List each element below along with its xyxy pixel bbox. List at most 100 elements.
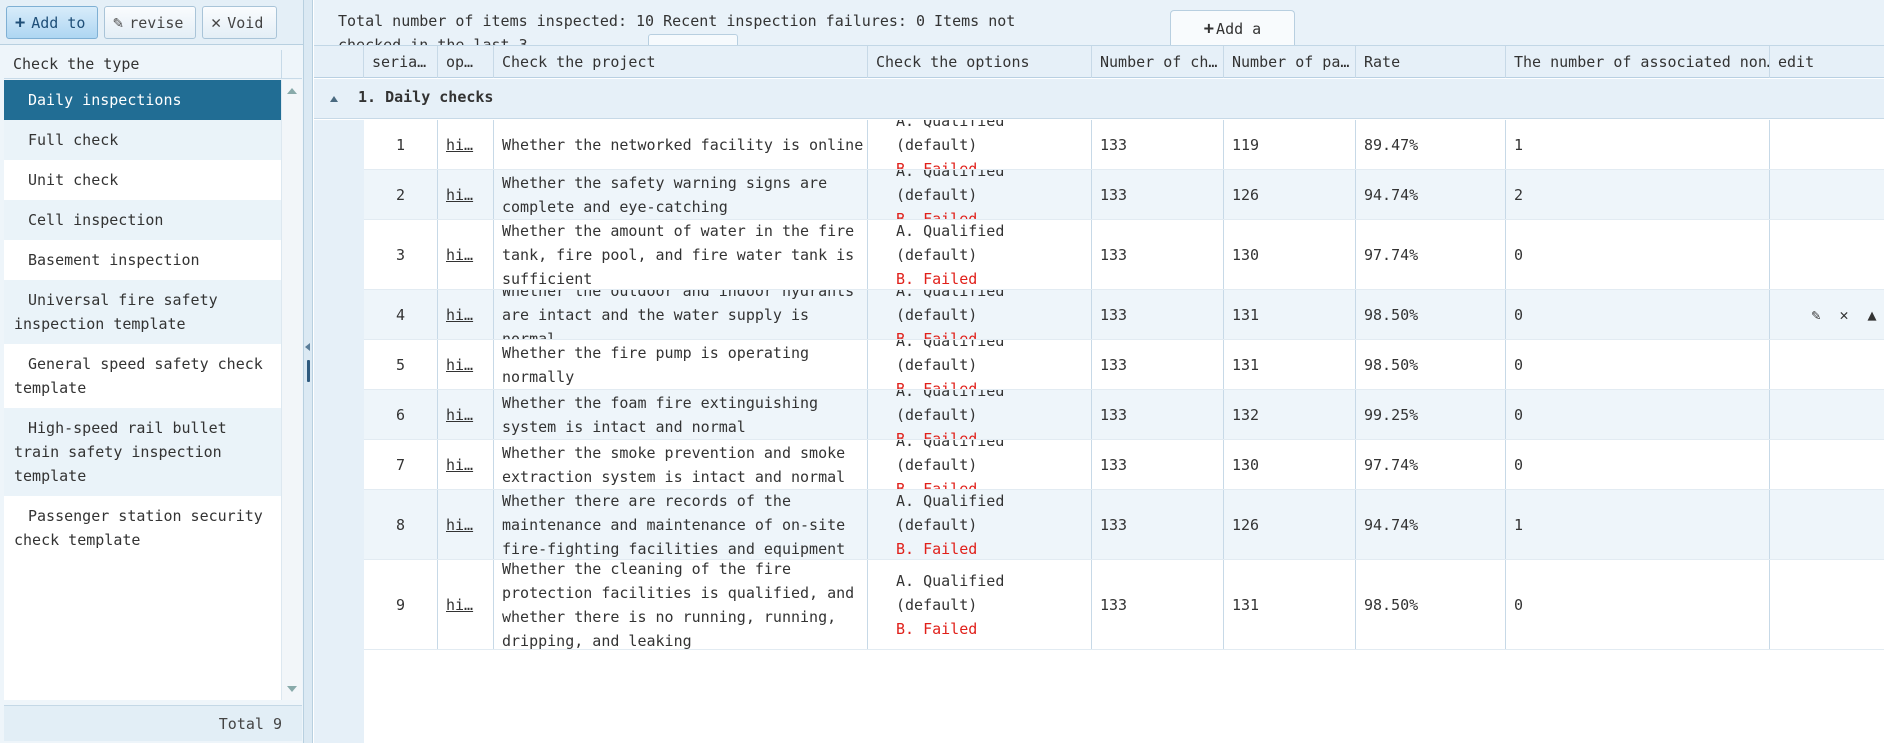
column-header-project[interactable]: Check the project xyxy=(494,46,868,78)
column-header-passes[interactable]: Number of pa… xyxy=(1224,46,1356,78)
column-header-serial[interactable]: seria… xyxy=(364,46,438,78)
cell-op[interactable]: hi… xyxy=(438,340,494,389)
summary-text: Total number of items inspected: 10 Rece… xyxy=(338,12,1016,30)
toolbar: + Add to ✎ revise ✕ Void xyxy=(0,0,308,45)
option-failed: B. Failed xyxy=(896,479,978,490)
mini-tab[interactable] xyxy=(648,34,738,45)
type-list-item[interactable]: Basement inspection xyxy=(4,240,281,280)
option-failed: B. Failed xyxy=(896,429,978,440)
cell-passes: 131 xyxy=(1224,560,1356,649)
cell-assoc: 1 xyxy=(1506,120,1770,169)
column-header-assoc[interactable]: The number of associated non… xyxy=(1506,46,1770,78)
cell-passes: 126 xyxy=(1224,170,1356,219)
cell-rate: 98.50% xyxy=(1356,560,1506,649)
type-list-item[interactable]: Daily inspections xyxy=(4,80,281,120)
column-header-rate[interactable]: Rate xyxy=(1356,46,1506,78)
add-button[interactable]: + Add to xyxy=(6,6,98,39)
revise-button[interactable]: ✎ revise xyxy=(104,6,196,39)
plus-icon: + xyxy=(1203,18,1215,39)
cell-assoc: 0 xyxy=(1506,340,1770,389)
cell-rate: 89.47% xyxy=(1356,120,1506,169)
column-header-edit: edit xyxy=(1778,53,1815,71)
type-list-item[interactable]: Passenger station security check templat… xyxy=(4,496,281,560)
table-row[interactable]: 3 hi… Whether the amount of water in the f… xyxy=(364,220,1884,290)
cell-op[interactable]: hi… xyxy=(438,390,494,439)
cell-op[interactable]: hi… xyxy=(438,220,494,289)
table-row[interactable]: 5 hi… Whether the fire pump is operating n… xyxy=(364,340,1884,390)
panel-splitter[interactable] xyxy=(303,0,313,743)
column-header-checks[interactable]: Number of ch… xyxy=(1092,46,1224,78)
type-list-item[interactable]: High-speed rail bullet train safety insp… xyxy=(4,408,281,496)
type-list-item[interactable]: General speed safety check template xyxy=(4,344,281,408)
header-gutter xyxy=(314,46,364,78)
cell-op[interactable]: hi… xyxy=(438,170,494,219)
cell-project: Whether the smoke prevention and smoke e… xyxy=(494,440,868,489)
cell-options: A. Qualified (default) B. Failed xyxy=(868,340,1092,389)
cell-rate: 97.74% xyxy=(1356,440,1506,489)
summary-text-line2: checked in the last 3 xyxy=(338,36,528,46)
move-up-icon[interactable]: ▲ xyxy=(1864,303,1880,327)
column-header-op[interactable]: op… xyxy=(438,46,494,78)
scroll-up-icon[interactable] xyxy=(287,88,297,94)
option-qualified: A. Qualified (default) xyxy=(896,340,1005,374)
cell-edit xyxy=(1770,220,1884,289)
cell-edit xyxy=(1770,560,1884,649)
option-failed: B. Failed xyxy=(896,209,978,220)
option-qualified: A. Qualified (default) xyxy=(896,221,1005,264)
type-list-total: Total 9 xyxy=(4,705,302,741)
options-list: A. Qualified (default) B. Failed xyxy=(876,569,1091,641)
options-list: A. Qualified (default) B. Failed xyxy=(876,170,1091,219)
cell-options: A. Qualified (default) B. Failed xyxy=(868,440,1092,489)
cell-assoc: 1 xyxy=(1506,490,1770,559)
type-item-label: Passenger station security check templat… xyxy=(14,507,263,549)
cell-edit xyxy=(1770,120,1884,169)
add-tab[interactable]: + Add a xyxy=(1170,10,1295,45)
cell-rate: 98.50% xyxy=(1356,340,1506,389)
cell-rate: 94.74% xyxy=(1356,170,1506,219)
type-list-item[interactable]: Full check xyxy=(4,120,281,160)
row-actions: ✎ ✕ ▲ xyxy=(1808,303,1884,327)
splitter-grip[interactable] xyxy=(307,360,310,382)
table-row[interactable]: 9 hi… Whether the cleaning of the fire pro… xyxy=(364,560,1884,650)
cell-op[interactable]: hi… xyxy=(438,560,494,649)
type-item-label: Cell inspection xyxy=(28,211,164,229)
table-row[interactable]: 1 hi… Whether the networked facility is on… xyxy=(364,120,1884,170)
options-list: A. Qualified (default) B. Failed xyxy=(876,290,1091,339)
type-item-label: Basement inspection xyxy=(28,251,200,269)
cell-op[interactable]: hi… xyxy=(438,440,494,489)
type-list-header[interactable]: Check the type xyxy=(4,50,281,79)
void-button[interactable]: ✕ Void xyxy=(202,6,277,39)
cell-project: Whether the outdoor and indoor hydrants … xyxy=(494,290,868,339)
grid-header: seria… op… Check the project Check the o… xyxy=(314,46,1884,78)
table-row[interactable]: 7 hi… Whether the smoke prevention and smo… xyxy=(364,440,1884,490)
cell-checks: 133 xyxy=(1092,440,1224,489)
cell-op[interactable]: hi… xyxy=(438,490,494,559)
cell-op[interactable]: hi… xyxy=(438,290,494,339)
delete-icon[interactable]: ✕ xyxy=(1836,303,1852,327)
options-list: A. Qualified (default) B. Failed xyxy=(876,490,1091,559)
collapse-arrow-icon[interactable] xyxy=(305,343,310,351)
type-list-item[interactable]: Cell inspection xyxy=(4,200,281,240)
group-title: 1. Daily checks xyxy=(358,88,494,106)
option-qualified: A. Qualified (default) xyxy=(896,120,1005,154)
cell-op[interactable]: hi… xyxy=(438,120,494,169)
scroll-down-icon[interactable] xyxy=(287,686,297,692)
type-item-label: Universal fire safety inspection templat… xyxy=(14,291,218,333)
type-item-label: General speed safety check template xyxy=(14,355,263,397)
cell-assoc: 0 xyxy=(1506,290,1770,339)
column-header-options[interactable]: Check the options xyxy=(868,46,1092,78)
type-list-item[interactable]: Unit check xyxy=(4,160,281,200)
cell-options: A. Qualified (default) B. Failed xyxy=(868,390,1092,439)
edit-icon[interactable]: ✎ xyxy=(1808,303,1824,327)
table-row[interactable]: 4 hi… Whether the outdoor and indoor hydra… xyxy=(364,290,1884,340)
table-row[interactable]: 8 hi… Whether there are records of the mai… xyxy=(364,490,1884,560)
options-list: A. Qualified (default) B. Failed xyxy=(876,340,1091,389)
table-row[interactable]: 6 hi… Whether the foam fire extinguishing … xyxy=(364,390,1884,440)
cell-project: Whether the foam fire extinguishing syst… xyxy=(494,390,868,439)
group-row[interactable]: 1. Daily checks xyxy=(314,79,1884,119)
collapse-group-icon[interactable] xyxy=(330,96,338,102)
type-list-scrollbar[interactable] xyxy=(281,80,302,700)
cell-checks: 133 xyxy=(1092,390,1224,439)
table-row[interactable]: 2 hi… Whether the safety warning signs are… xyxy=(364,170,1884,220)
type-list-item[interactable]: Universal fire safety inspection templat… xyxy=(4,280,281,344)
